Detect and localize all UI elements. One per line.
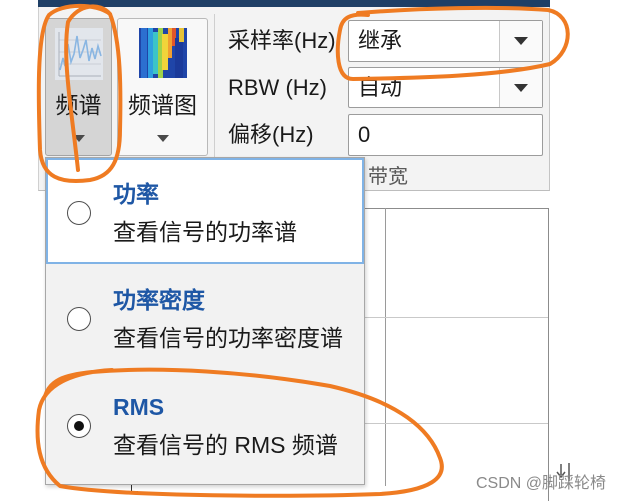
sample-rate-label: 采样率(Hz) bbox=[228, 28, 336, 53]
rbw-dropdown-toggle[interactable] bbox=[499, 68, 542, 107]
offset-label: 偏移(Hz) bbox=[228, 122, 314, 147]
spectrogram-icon bbox=[138, 28, 187, 80]
sample-rate-value: 继承 bbox=[358, 28, 403, 53]
spectrum-button[interactable]: 频谱 bbox=[45, 18, 112, 156]
menu-item-title: 功率 bbox=[113, 181, 159, 207]
sample-rate-dropdown[interactable]: 继承 bbox=[348, 20, 543, 62]
menu-item-rms[interactable]: RMS 查看信号的 RMS 频谱 bbox=[46, 371, 364, 484]
menu-item-description: 查看信号的功率谱 bbox=[113, 219, 297, 245]
rbw-dropdown[interactable]: 自动 bbox=[348, 67, 543, 108]
menu-item-title: RMS bbox=[113, 394, 165, 420]
spectrum-button-label: 频谱 bbox=[55, 92, 102, 118]
rbw-label: RBW (Hz) bbox=[228, 75, 327, 100]
rbw-value: 自动 bbox=[358, 74, 403, 100]
menu-item-description: 查看信号的功率密度谱 bbox=[113, 325, 343, 351]
menu-item-power-density[interactable]: 功率密度 查看信号的功率密度谱 bbox=[46, 264, 364, 371]
spectrum-icon bbox=[54, 28, 103, 80]
sample-rate-dropdown-toggle[interactable] bbox=[499, 21, 542, 61]
axis-tick-base bbox=[125, 491, 138, 492]
chevron-down-icon[interactable] bbox=[156, 135, 169, 142]
radio-button[interactable] bbox=[67, 307, 91, 331]
spectrogram-button[interactable]: 频谱图 bbox=[117, 18, 208, 156]
radio-button[interactable] bbox=[67, 414, 91, 438]
menu-item-title: 功率密度 bbox=[113, 287, 205, 313]
menu-item-description: 查看信号的 RMS 频谱 bbox=[113, 432, 338, 458]
chevron-down-icon[interactable] bbox=[72, 135, 85, 142]
spectrogram-button-label: 频谱图 bbox=[128, 92, 197, 118]
axes-right-border bbox=[548, 208, 549, 501]
offset-value: 0 bbox=[358, 122, 371, 147]
section-label-bandwidth: 带宽 bbox=[368, 166, 408, 188]
window-title-strip bbox=[38, 0, 550, 7]
dropdown-arrow-icon bbox=[514, 83, 528, 92]
watermark: CSDN @脚踩轮椅 bbox=[476, 475, 607, 492]
radio-button[interactable] bbox=[67, 201, 91, 225]
menu-item-power[interactable]: 功率 查看信号的功率谱 bbox=[46, 158, 364, 264]
spectrum-type-menu: 功率 查看信号的功率谱 功率密度 查看信号的功率密度谱 RMS 查看信号的 RM… bbox=[45, 157, 365, 485]
dropdown-arrow-icon bbox=[514, 37, 528, 45]
radio-dot bbox=[74, 421, 84, 431]
grid-line-vertical bbox=[385, 208, 386, 486]
offset-input[interactable]: 0 bbox=[348, 114, 543, 156]
